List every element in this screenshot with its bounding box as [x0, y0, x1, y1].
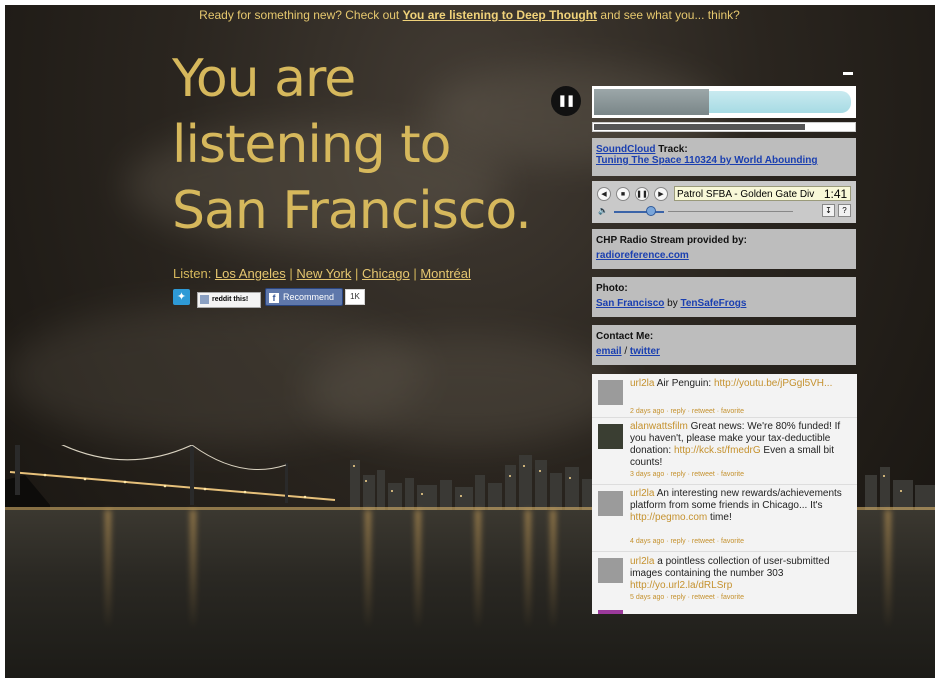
- divider: [592, 484, 857, 485]
- reddit-button[interactable]: reddit this!: [197, 292, 261, 308]
- separator: |: [354, 266, 359, 281]
- waveform-remaining: [709, 91, 851, 113]
- soundcloud-link[interactable]: SoundCloud: [596, 144, 655, 155]
- soundcloud-waveform[interactable]: [592, 86, 856, 118]
- deep-thought-link[interactable]: You are listening to Deep Thought: [403, 8, 597, 22]
- tweet-after: time!: [710, 512, 732, 523]
- city-link-new-york[interactable]: New York: [296, 266, 351, 281]
- tweet-text: url2la a pointless collection of user-su…: [630, 556, 845, 592]
- pause-icon[interactable]: ❚❚: [551, 86, 581, 116]
- tweet-user[interactable]: url2la: [630, 488, 654, 499]
- contact-panel: Contact Me: email / twitter: [592, 325, 856, 365]
- pause-small-icon[interactable]: ❚❚: [635, 187, 649, 201]
- stream-label: CHP Radio Stream provided by:: [596, 235, 747, 246]
- photo-author-link[interactable]: TenSafeFrogs: [680, 298, 746, 309]
- avatar[interactable]: [598, 380, 623, 405]
- twitter-bird-icon[interactable]: ✦: [173, 289, 190, 305]
- stop-icon[interactable]: ■: [616, 187, 630, 201]
- tweet-user[interactable]: alanwattsfilm: [630, 421, 688, 432]
- title-line-1: You are: [172, 49, 356, 109]
- tweet-body: An interesting new rewards/achievements …: [630, 488, 842, 511]
- banner-prefix: Ready for something new? Check out: [199, 8, 400, 22]
- tweet-meta[interactable]: 3 days ago · reply · retweet · favorite: [630, 471, 744, 478]
- tweet-link[interactable]: http://pegmo.com: [630, 512, 707, 523]
- separator: |: [413, 266, 417, 281]
- twitter-link[interactable]: twitter: [630, 346, 660, 357]
- tweet-body: Air Penguin:: [656, 378, 712, 389]
- divider: [592, 551, 857, 552]
- facebook-recommend-button[interactable]: f Recommend: [265, 288, 343, 306]
- seek-line: [668, 211, 793, 212]
- tweet-meta[interactable]: 5 days ago · reply · retweet · favorite: [630, 594, 744, 601]
- volume-icon: 🔈: [598, 206, 608, 215]
- stream-track-display: Patrol SFBA - Golden Gate Div: [674, 186, 822, 201]
- promo-banner: Ready for something new? Check out You a…: [0, 8, 939, 22]
- photo-place-link[interactable]: San Francisco: [596, 298, 664, 309]
- tweet-link[interactable]: http://yo.url2.la/dRLSrp: [630, 580, 732, 591]
- page-title: You are listening to San Francisco.: [172, 46, 562, 244]
- tweet-body: a pointless collection of user-submitted…: [630, 556, 830, 579]
- track-progress-bar[interactable]: [592, 122, 856, 132]
- contact-label: Contact Me:: [596, 331, 654, 342]
- tweet-text: url2la Air Penguin: http://youtu.be/jPGg…: [630, 378, 845, 390]
- facebook-icon: f: [269, 292, 279, 303]
- reddit-icon: [200, 294, 209, 304]
- avatar[interactable]: [598, 558, 623, 583]
- tweet-user[interactable]: url2la: [630, 556, 654, 567]
- title-line-3: San Francisco.: [172, 181, 532, 241]
- help-icon[interactable]: ?: [838, 204, 851, 217]
- volume-slider[interactable]: [614, 211, 664, 213]
- city-link-chicago[interactable]: Chicago: [362, 266, 410, 281]
- track-link[interactable]: Tuning The Space 110324 by World Aboundi…: [596, 155, 818, 166]
- twitter-feed: url2la Air Penguin: http://youtu.be/jPGg…: [592, 374, 857, 614]
- next-icon[interactable]: ▶: [654, 187, 668, 201]
- city-link-montreal[interactable]: Montréal: [420, 266, 471, 281]
- radioreference-link[interactable]: radioreference.com: [596, 250, 689, 261]
- email-link[interactable]: email: [596, 346, 622, 357]
- tweet-user[interactable]: url2la: [630, 378, 654, 389]
- avatar[interactable]: [598, 491, 623, 516]
- volume-knob[interactable]: [646, 206, 656, 216]
- avatar[interactable]: [598, 424, 623, 449]
- separator: |: [289, 266, 293, 281]
- previous-icon[interactable]: ◀: [597, 187, 611, 201]
- soundcloud-info-panel: SoundCloud Track: Tuning The Space 11032…: [592, 138, 856, 176]
- tweet-text: alanwattsfilm Great news: We're 80% fund…: [630, 421, 845, 469]
- stream-credit-panel: CHP Radio Stream provided by: radiorefer…: [592, 229, 856, 269]
- photo-label: Photo:: [596, 283, 628, 294]
- contact-slash: /: [624, 346, 628, 357]
- avatar[interactable]: [598, 610, 623, 614]
- divider: [592, 417, 857, 418]
- tweet-link[interactable]: http://youtu.be/jPGgl5VH...: [714, 378, 832, 389]
- radio-player: ◀ ■ ❚❚ ▶ Patrol SFBA - Golden Gate Div 1…: [592, 181, 856, 223]
- photo-credit-panel: Photo: San Francisco by TenSafeFrogs: [592, 277, 856, 317]
- tweet-link[interactable]: http://kck.st/fmedrG: [674, 445, 761, 456]
- title-line-2: listening to: [172, 115, 451, 175]
- listen-label: Listen:: [173, 266, 212, 281]
- city-links: Listen: Los Angeles | New York | Chicago…: [173, 266, 471, 281]
- photo-by: by: [667, 298, 678, 309]
- progress-fill: [594, 124, 805, 130]
- waveform-played: [594, 89, 709, 115]
- reddit-label: reddit this!: [212, 296, 249, 303]
- track-label: Track:: [658, 144, 688, 155]
- download-icon[interactable]: ↧: [822, 204, 835, 217]
- banner-suffix: and see what you... think?: [600, 8, 740, 22]
- tweet-text: url2la An interesting new rewards/achiev…: [630, 488, 845, 524]
- facebook-label: Recommend: [283, 292, 335, 302]
- city-link-los-angeles[interactable]: Los Angeles: [215, 266, 286, 281]
- minimize-icon[interactable]: [843, 72, 853, 75]
- stream-time: 1:41: [821, 186, 851, 201]
- tweet-meta[interactable]: 4 days ago · reply · retweet · favorite: [630, 538, 744, 545]
- facebook-count: 1K: [345, 289, 365, 305]
- tweet-meta[interactable]: 2 days ago · reply · retweet · favorite: [630, 408, 744, 415]
